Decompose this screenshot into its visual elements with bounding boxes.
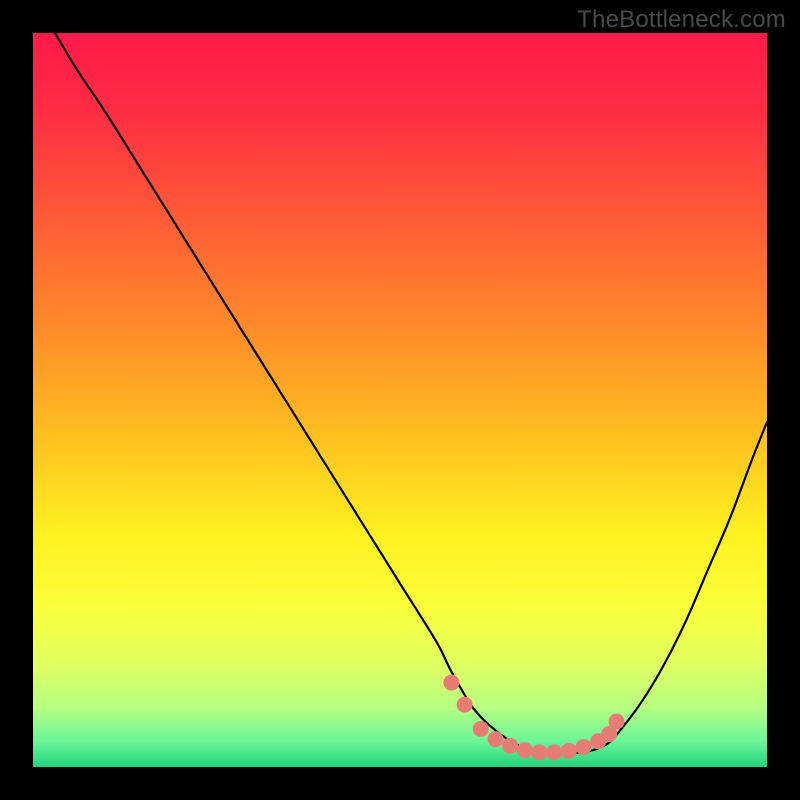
dot-icon — [576, 739, 592, 755]
dot-icon — [487, 731, 503, 747]
dot-icon — [517, 742, 533, 758]
optimal-range-dots — [443, 675, 624, 761]
dot-icon — [457, 697, 473, 713]
dot-icon — [561, 743, 577, 759]
chart-stage: TheBottleneck.com — [0, 0, 800, 800]
dot-icon — [609, 713, 625, 729]
watermark-text: TheBottleneck.com — [577, 6, 786, 34]
dots-layer — [33, 33, 767, 767]
plot-area — [33, 33, 767, 767]
dot-icon — [531, 744, 547, 760]
dot-icon — [443, 675, 459, 691]
dot-icon — [502, 738, 518, 754]
dot-icon — [473, 721, 489, 737]
dot-icon — [546, 744, 562, 760]
